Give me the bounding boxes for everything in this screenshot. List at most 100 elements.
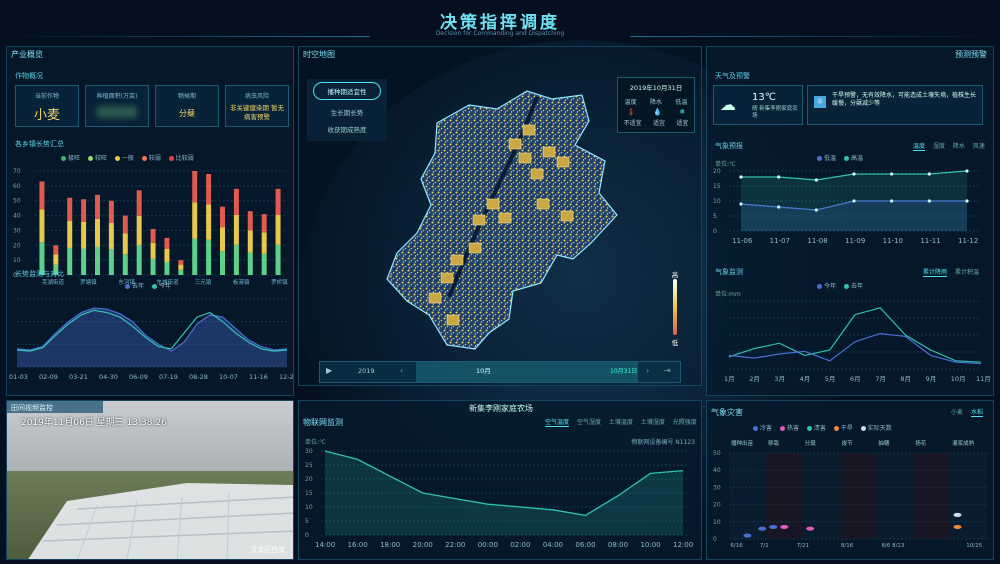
play-icon[interactable]: ▶ <box>326 366 332 375</box>
bar-segment <box>247 252 253 275</box>
bar-segment <box>122 215 128 234</box>
bar <box>108 200 114 275</box>
disaster-point <box>806 526 815 531</box>
timeline-end-date: 10月31日 <box>610 368 638 375</box>
legend-item: 去年 <box>850 283 863 290</box>
y-tick-label: 40 <box>713 467 721 474</box>
tab-light[interactable]: 光照强度 <box>673 419 697 426</box>
tab-humidity[interactable]: 湿度 <box>933 143 945 150</box>
stage-band <box>913 453 951 539</box>
panel-title: 预测预警 <box>955 50 987 59</box>
bar-segment <box>192 238 198 275</box>
x-tick-label: 3月 <box>774 375 785 383</box>
data-point <box>814 178 818 182</box>
map-menu-item-harvest[interactable]: 收获期成熟度 <box>307 121 387 137</box>
x-tick-label: 11-12 <box>958 237 978 245</box>
field-video-panel[interactable]: 田间视频监控 2019年11月06日 星期三 13:38:26 汉滨区西滨 <box>6 400 294 560</box>
panel-title: 物联网监测 <box>303 418 343 427</box>
data-point <box>777 175 781 179</box>
bar-segment <box>220 227 225 252</box>
bar-segment <box>206 239 212 275</box>
iot-chart: 30 25 20 15 10 5 0 14:00 16:00 18:00 20:00 22:00 00:… <box>305 448 693 549</box>
timeline[interactable]: ▶ 2019 ‹ 10月 10月31日 › ⇥ <box>319 361 681 383</box>
x-tick-label: 8月 <box>900 375 911 383</box>
stage-label: 分蘖 <box>805 439 817 447</box>
tab-precipitation[interactable]: 降水 <box>953 143 965 150</box>
bar-segment <box>53 254 59 265</box>
crop-card-pest-risk: 病虫风险 非关键健染期 暂无病害预警 <box>225 85 289 127</box>
map-menu-item-growth[interactable]: 生长期长势 <box>307 103 387 121</box>
bar-segment <box>247 211 253 231</box>
data-point <box>890 172 894 176</box>
bar <box>220 206 225 275</box>
bar-segment <box>150 242 156 259</box>
bar-segment <box>206 173 212 205</box>
stage-band <box>876 453 914 539</box>
date-card-col: 低温 <box>675 99 688 106</box>
y-tick-label: 15 <box>305 490 313 497</box>
legend-item: 实际天数 <box>867 425 892 432</box>
next-icon[interactable]: › <box>646 366 649 375</box>
tab-cumulative-rain[interactable]: 累计降雨 <box>923 269 948 277</box>
disaster-point <box>758 526 767 531</box>
x-tick-label: 11月 <box>976 375 991 383</box>
x-tick-label: 20:00 <box>413 541 433 549</box>
crop-section-title: 作物概况 <box>15 72 43 80</box>
district-map[interactable] <box>377 83 637 403</box>
y-tick-label: 60 <box>13 183 21 190</box>
bar-segment <box>108 200 114 223</box>
x-tick-label: 罗桥镇 <box>271 278 288 286</box>
bar-segment <box>261 253 267 275</box>
bar-segment <box>164 249 170 262</box>
bar-segment <box>275 214 281 245</box>
y-tick-label: 20 <box>305 476 313 483</box>
y-tick-label: 10 <box>713 198 721 205</box>
bar-segment <box>39 209 45 243</box>
tab-soil-temp[interactable]: 土壤温度 <box>609 419 633 426</box>
x-tick-label: 11-11 <box>920 237 940 245</box>
snowflake-icon: ❄ <box>679 108 686 116</box>
forecast-legend: 低温 高温 <box>811 153 863 162</box>
tab-temperature[interactable]: 温度 <box>913 143 926 151</box>
bar <box>95 194 100 275</box>
legend-item: 低温 <box>824 155 837 162</box>
tab-soil-humidity[interactable]: 土壤湿度 <box>641 419 665 426</box>
bar-segment <box>261 214 267 233</box>
bar <box>192 171 198 275</box>
bar <box>164 237 170 275</box>
tab-air-temp[interactable]: 空气温度 <box>545 419 570 427</box>
data-point <box>852 172 856 176</box>
prev-icon[interactable]: ‹ <box>400 366 403 375</box>
y-tick-label: 10 <box>305 504 313 511</box>
tab-rice[interactable]: 水稻 <box>970 409 983 417</box>
series-area <box>325 451 683 535</box>
bar-segment <box>206 204 212 240</box>
x-tick-label: 10/25 <box>966 543 982 549</box>
weather-monitor-title: 气象监测 <box>715 268 743 276</box>
bar-segment <box>150 258 156 275</box>
legend-item: 今年 <box>158 283 171 290</box>
x-tick-label: 6/16 <box>730 543 743 549</box>
tab-wheat[interactable]: 小麦 <box>951 409 963 416</box>
crop-tabs: 小麦 水稻 <box>945 407 983 417</box>
disaster-point <box>780 524 789 529</box>
timeline-month: 10月 <box>476 367 491 375</box>
bar-segment <box>81 248 87 275</box>
bar-segment <box>122 254 128 275</box>
series-line <box>728 332 982 365</box>
raindrop-icon: 💧 <box>653 108 662 116</box>
monitor-legend: 去年 今年 <box>119 281 171 290</box>
tab-wind[interactable]: 风速 <box>973 143 985 150</box>
tab-cumulative-heat[interactable]: 累计积温 <box>955 269 979 276</box>
map-menu-item-sowing[interactable]: 播种期适宜性 <box>313 82 381 100</box>
bar-segment <box>247 230 253 253</box>
tab-air-humidity[interactable]: 空气湿度 <box>577 419 601 426</box>
bar <box>247 211 253 275</box>
legend-scale-bar[interactable] <box>673 279 677 335</box>
bar-segment <box>275 244 281 275</box>
x-tick-label: 5月 <box>825 375 836 383</box>
disaster-point <box>953 512 962 517</box>
x-tick-label: 11-07 <box>770 237 790 245</box>
crop-card-area: 种植面积(万亩) <box>85 85 149 127</box>
skip-end-icon[interactable]: ⇥ <box>664 366 671 375</box>
